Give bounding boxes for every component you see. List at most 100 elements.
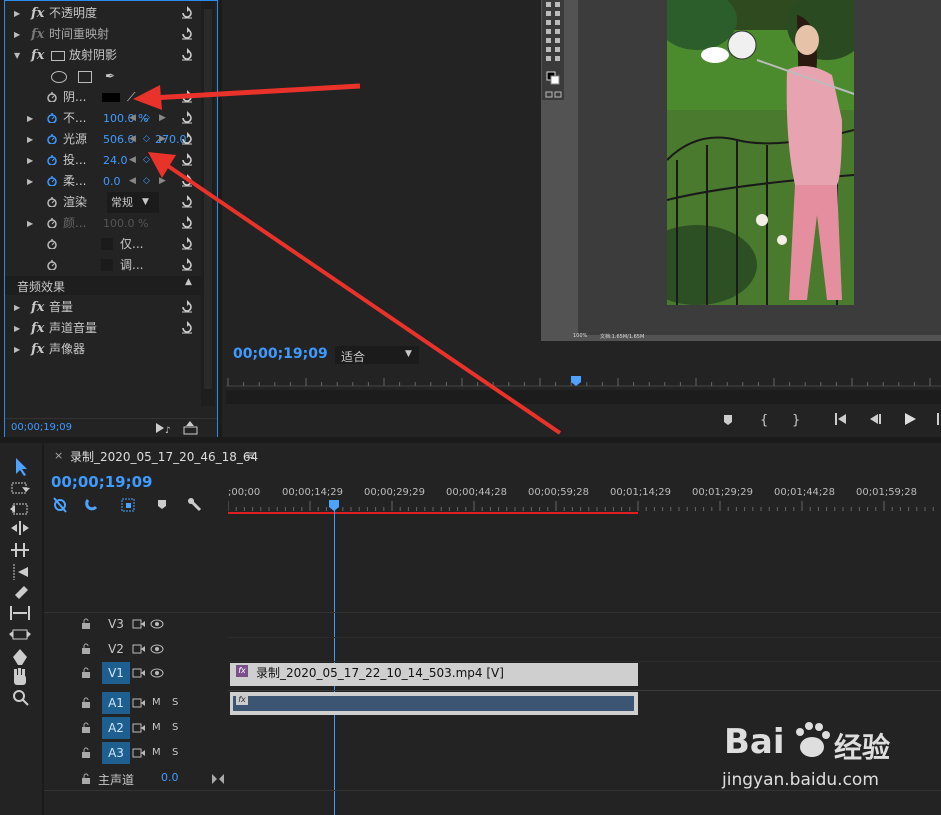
mark-in-icon[interactable]: { — [760, 413, 768, 428]
keyframe-prev-icon[interactable]: ◀ — [129, 108, 136, 129]
rolling-edit-tool-icon[interactable] — [11, 521, 29, 535]
sync-lock-icon[interactable] — [132, 747, 146, 759]
sync-lock-icon[interactable] — [132, 618, 146, 630]
param-value[interactable]: 100.0 % — [103, 213, 148, 234]
rect-mask-icon[interactable] — [78, 71, 92, 83]
effect-row[interactable]: ▼ fx 放射阴影 — [5, 45, 201, 66]
reset-icon[interactable] — [180, 111, 194, 125]
chevron-right-icon[interactable]: ▶ — [27, 213, 33, 234]
chevron-right-icon[interactable]: ▶ — [27, 150, 33, 171]
effect-row[interactable]: ▶ 柔... 0.0 ◀ ◇ ▶ — [5, 171, 201, 192]
eye-icon[interactable] — [150, 667, 164, 679]
zoom-tool-icon[interactable] — [13, 690, 29, 706]
keyframe-next-icon[interactable]: ▶ — [159, 171, 166, 192]
mark-out-icon[interactable]: } — [792, 413, 800, 428]
ellipse-mask-icon[interactable] — [51, 71, 67, 83]
param-value[interactable]: 100.0 % — [103, 108, 148, 129]
solo-button[interactable]: S — [172, 747, 178, 758]
reset-icon[interactable] — [180, 258, 194, 272]
keyframe-prev-icon[interactable]: ◀ — [129, 171, 136, 192]
selection-tool-icon[interactable] — [16, 458, 27, 476]
reset-icon[interactable] — [180, 132, 194, 146]
fx-icon[interactable]: fx — [31, 24, 44, 45]
reset-icon[interactable] — [180, 195, 194, 209]
collapse-up-icon[interactable]: ▲ — [185, 277, 192, 287]
sync-lock-icon[interactable] — [132, 667, 146, 679]
lock-icon[interactable] — [81, 697, 91, 709]
effect-row[interactable]: ▶ 投... 24.0 ◀ ◇ ▶ — [5, 150, 201, 171]
effect-row[interactable]: 阴... ⟋ — [5, 87, 201, 108]
track-select-tool-icon[interactable] — [11, 482, 30, 494]
effect-controls-scrollbar[interactable] — [201, 1, 215, 406]
fx-icon[interactable]: fx — [31, 45, 44, 66]
stopwatch-icon[interactable] — [46, 154, 57, 165]
keyframe-add-icon[interactable]: ◇ — [143, 171, 150, 192]
go-to-end-icon[interactable] — [212, 774, 224, 784]
reset-icon[interactable] — [180, 216, 194, 230]
master-track-volume[interactable]: 0.0 — [161, 771, 179, 784]
shadow-color-swatch[interactable] — [102, 93, 120, 102]
fx-icon[interactable]: fx — [31, 339, 44, 360]
playhead-handle[interactable] — [329, 500, 340, 512]
reset-icon[interactable] — [180, 300, 194, 314]
play-icon[interactable] — [905, 413, 916, 425]
timeline-timecode[interactable]: 00;00;19;09 — [51, 473, 153, 491]
sync-lock-icon[interactable] — [132, 722, 146, 734]
stopwatch-icon[interactable] — [46, 133, 57, 144]
param-value[interactable]: 24.0 — [103, 150, 128, 171]
reset-icon[interactable] — [180, 90, 194, 104]
wrench-icon[interactable] — [188, 498, 202, 512]
effect-row[interactable]: 渲染 常规 ▼ — [5, 192, 201, 213]
stopwatch-icon[interactable] — [46, 238, 57, 249]
track-target[interactable]: A1 — [102, 692, 130, 714]
chevron-right-icon[interactable]: ▶ — [14, 297, 20, 318]
chevron-right-icon[interactable]: ▶ — [27, 129, 33, 150]
lock-icon[interactable] — [81, 618, 91, 630]
reset-icon[interactable] — [180, 48, 194, 62]
eye-icon[interactable] — [150, 643, 164, 655]
stopwatch-icon[interactable] — [46, 91, 57, 102]
fx-icon[interactable]: fx — [31, 297, 44, 318]
audio-effect-row[interactable]: ▶ fx 声道音量 — [5, 318, 201, 339]
chevron-right-icon[interactable]: ▶ — [14, 24, 20, 45]
pen-mask-icon[interactable]: ✒ — [105, 66, 115, 87]
mute-button[interactable]: M — [152, 722, 161, 733]
eyedropper-icon[interactable]: ⟋ — [127, 87, 135, 108]
track-target[interactable]: V1 — [102, 662, 130, 684]
keyframe-next-icon[interactable]: ▶ — [159, 129, 166, 150]
solo-button[interactable]: S — [172, 722, 178, 733]
keyframe-prev-icon[interactable]: ◀ — [129, 150, 136, 171]
chevron-right-icon[interactable]: ▶ — [27, 171, 33, 192]
marker-icon[interactable] — [158, 500, 166, 509]
audio-effects-header[interactable]: 音频效果 ▲ — [5, 276, 201, 295]
video-clip[interactable]: fx 录制_2020_05_17_22_10_14_503.mp4 [V] — [230, 663, 638, 686]
effect-row[interactable]: ▶ 颜... 100.0 % — [5, 213, 201, 234]
go-to-in-icon[interactable] — [835, 413, 846, 425]
chevron-down-icon[interactable]: ▼ — [14, 45, 20, 66]
mute-button[interactable]: M — [152, 747, 161, 758]
track-target[interactable]: V3 — [102, 613, 130, 635]
audio-effect-row[interactable]: ▶ fx 声像器 — [5, 339, 201, 360]
lock-icon[interactable] — [81, 667, 91, 679]
rate-stretch-tool-icon[interactable] — [11, 543, 29, 557]
slip-tool-icon[interactable] — [10, 606, 30, 620]
reset-icon[interactable] — [180, 153, 194, 167]
reset-icon[interactable] — [180, 237, 194, 251]
reset-icon[interactable] — [180, 174, 194, 188]
track-select-backward-icon[interactable] — [13, 564, 28, 580]
eye-icon[interactable] — [150, 618, 164, 630]
play-audio-icon[interactable]: ♪ — [155, 422, 171, 434]
hand-tool-icon[interactable] — [14, 668, 26, 685]
chevron-right-icon[interactable]: ▶ — [27, 108, 33, 129]
effect-row[interactable]: ▶ 光源 506.0 270.0 ◀ ◇ ▶ — [5, 129, 201, 150]
param-value[interactable]: 0.0 — [103, 171, 121, 192]
program-timecode[interactable]: 00;00;19;09 — [233, 346, 328, 362]
track-target[interactable]: V2 — [102, 638, 130, 660]
export-icon[interactable] — [183, 421, 199, 435]
solo-button[interactable]: S — [172, 697, 178, 708]
program-ruler[interactable] — [226, 374, 941, 390]
sequence-tab[interactable]: 录制_2020_05_17_20_46_18_64 — [70, 448, 258, 465]
stopwatch-icon[interactable] — [46, 196, 57, 207]
track-target[interactable]: A3 — [102, 742, 130, 764]
pen-tool-icon[interactable] — [13, 649, 27, 665]
